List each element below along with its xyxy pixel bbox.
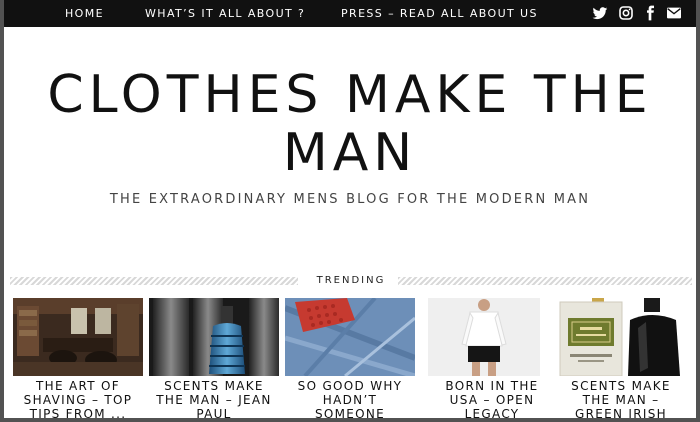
trending-card-1[interactable]: THE ART OF SHAVING – TOP TIPS FROM ... — [13, 298, 143, 418]
trending-label: TRENDING — [316, 275, 386, 286]
facebook-icon[interactable] — [642, 5, 658, 21]
site-title-line-1: CLOTHES MAKE THE — [47, 65, 653, 125]
top-nav: HOME WHAT’S IT ALL ABOUT ? PRESS – READ … — [4, 0, 696, 27]
twitter-icon[interactable] — [592, 5, 608, 21]
nav-press[interactable]: PRESS – READ ALL ABOUT US — [341, 7, 538, 20]
tagline: THE EXTRAORDINARY MENS BLOG FOR THE MODE… — [109, 192, 591, 207]
trending-card-5[interactable]: SCENTS MAKE THE MAN – GREEN IRISH — [556, 298, 686, 418]
thumbnail-image[interactable] — [285, 298, 415, 376]
thumbnail-image[interactable] — [149, 298, 279, 376]
site-title-line-2: MAN — [282, 123, 418, 183]
trending-card-3[interactable]: SO GOOD WHY HADN’T SOMEONE — [285, 298, 415, 418]
nav-home[interactable]: HOME — [65, 7, 104, 20]
instagram-icon[interactable] — [618, 5, 634, 21]
thumbnail-image[interactable] — [556, 298, 686, 376]
card-title[interactable]: SO GOOD WHY HADN’T SOMEONE — [285, 379, 415, 418]
card-title[interactable]: SCENTS MAKE THE MAN – JEAN PAUL — [149, 379, 279, 418]
nav-about[interactable]: WHAT’S IT ALL ABOUT ? — [145, 7, 305, 20]
site-title[interactable]: CLOTHES MAKE THE MAN — [4, 66, 696, 182]
trending-heading: TRENDING — [10, 275, 692, 287]
card-title[interactable]: THE ART OF SHAVING – TOP TIPS FROM ... — [13, 379, 143, 418]
email-icon[interactable] — [666, 5, 682, 21]
thumbnail-image[interactable] — [427, 298, 557, 376]
trending-card-4[interactable]: BORN IN THE USA – OPEN LEGACY — [427, 298, 557, 418]
trending-card-2[interactable]: SCENTS MAKE THE MAN – JEAN PAUL — [149, 298, 279, 418]
card-title[interactable]: BORN IN THE USA – OPEN LEGACY — [427, 379, 557, 418]
card-title[interactable]: SCENTS MAKE THE MAN – GREEN IRISH — [556, 379, 686, 418]
page: HOME WHAT’S IT ALL ABOUT ? PRESS – READ … — [4, 0, 696, 418]
thumbnail-image[interactable] — [13, 298, 143, 376]
